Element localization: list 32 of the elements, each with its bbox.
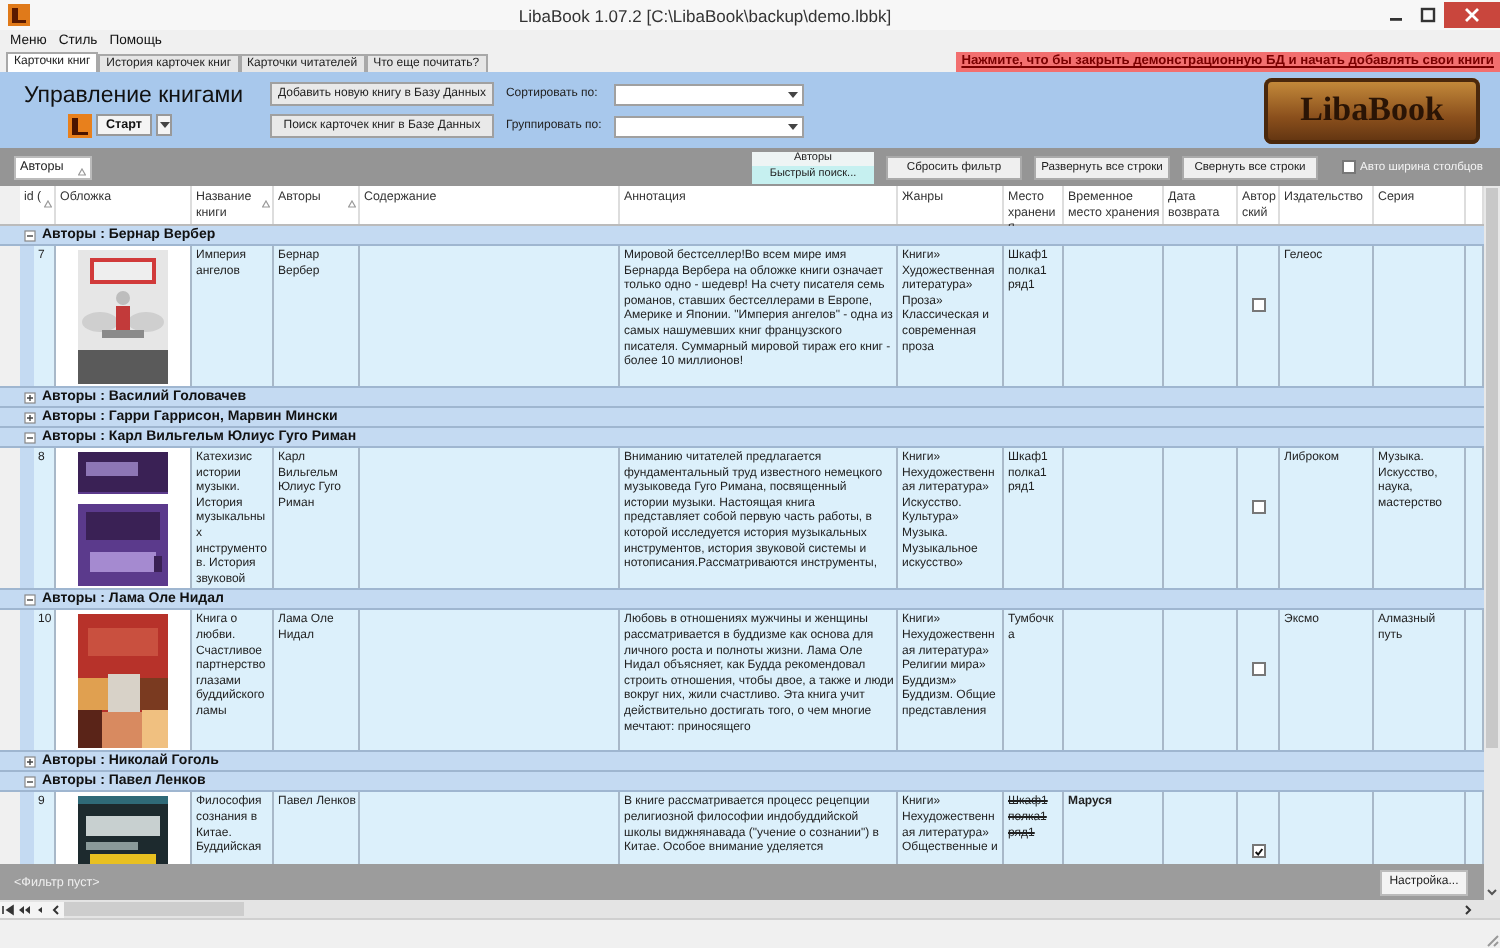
panel-heading: Управление книгами: [24, 83, 246, 107]
checkbox[interactable]: [1251, 298, 1265, 312]
expand-icon[interactable]: [24, 391, 36, 403]
sort-icon: [78, 168, 86, 176]
app-logo-icon: [68, 113, 92, 137]
scroll-left-icon[interactable]: [48, 901, 64, 917]
app-logo-icon: [8, 4, 30, 26]
group-select[interactable]: [613, 115, 804, 137]
expand-icon[interactable]: [24, 755, 36, 768]
scroll-down-icon[interactable]: [1484, 884, 1500, 900]
collapse-icon[interactable]: [24, 431, 36, 443]
caret-icon: [787, 91, 798, 97]
caret-icon: [787, 123, 798, 129]
resize-grip-icon[interactable]: [1484, 932, 1500, 948]
checkbox[interactable]: [1342, 160, 1356, 174]
window-title: LibaBook 1.07.2 [C:\LibaBook\backup\demo.lbbk]: [516, 5, 894, 25]
checkbox[interactable]: [1251, 844, 1265, 859]
collapse-icon[interactable]: [24, 593, 36, 606]
scrollbar-thumb[interactable]: [64, 902, 244, 916]
checkbox[interactable]: [1251, 500, 1265, 514]
caret-icon: [159, 122, 169, 128]
checkbox[interactable]: [1251, 662, 1265, 677]
collapse-icon[interactable]: [24, 775, 36, 788]
dropdown-button[interactable]: [156, 114, 172, 136]
close-button[interactable]: [1444, 2, 1500, 28]
expand-icon[interactable]: [24, 411, 36, 423]
collapse-icon[interactable]: [24, 229, 36, 241]
logo: LibaBook: [1264, 77, 1480, 143]
scroll-right-icon[interactable]: [1460, 901, 1476, 917]
header-corner: [0, 186, 20, 224]
scrollbar-thumb[interactable]: [1486, 188, 1498, 748]
sort-select[interactable]: [613, 83, 804, 105]
